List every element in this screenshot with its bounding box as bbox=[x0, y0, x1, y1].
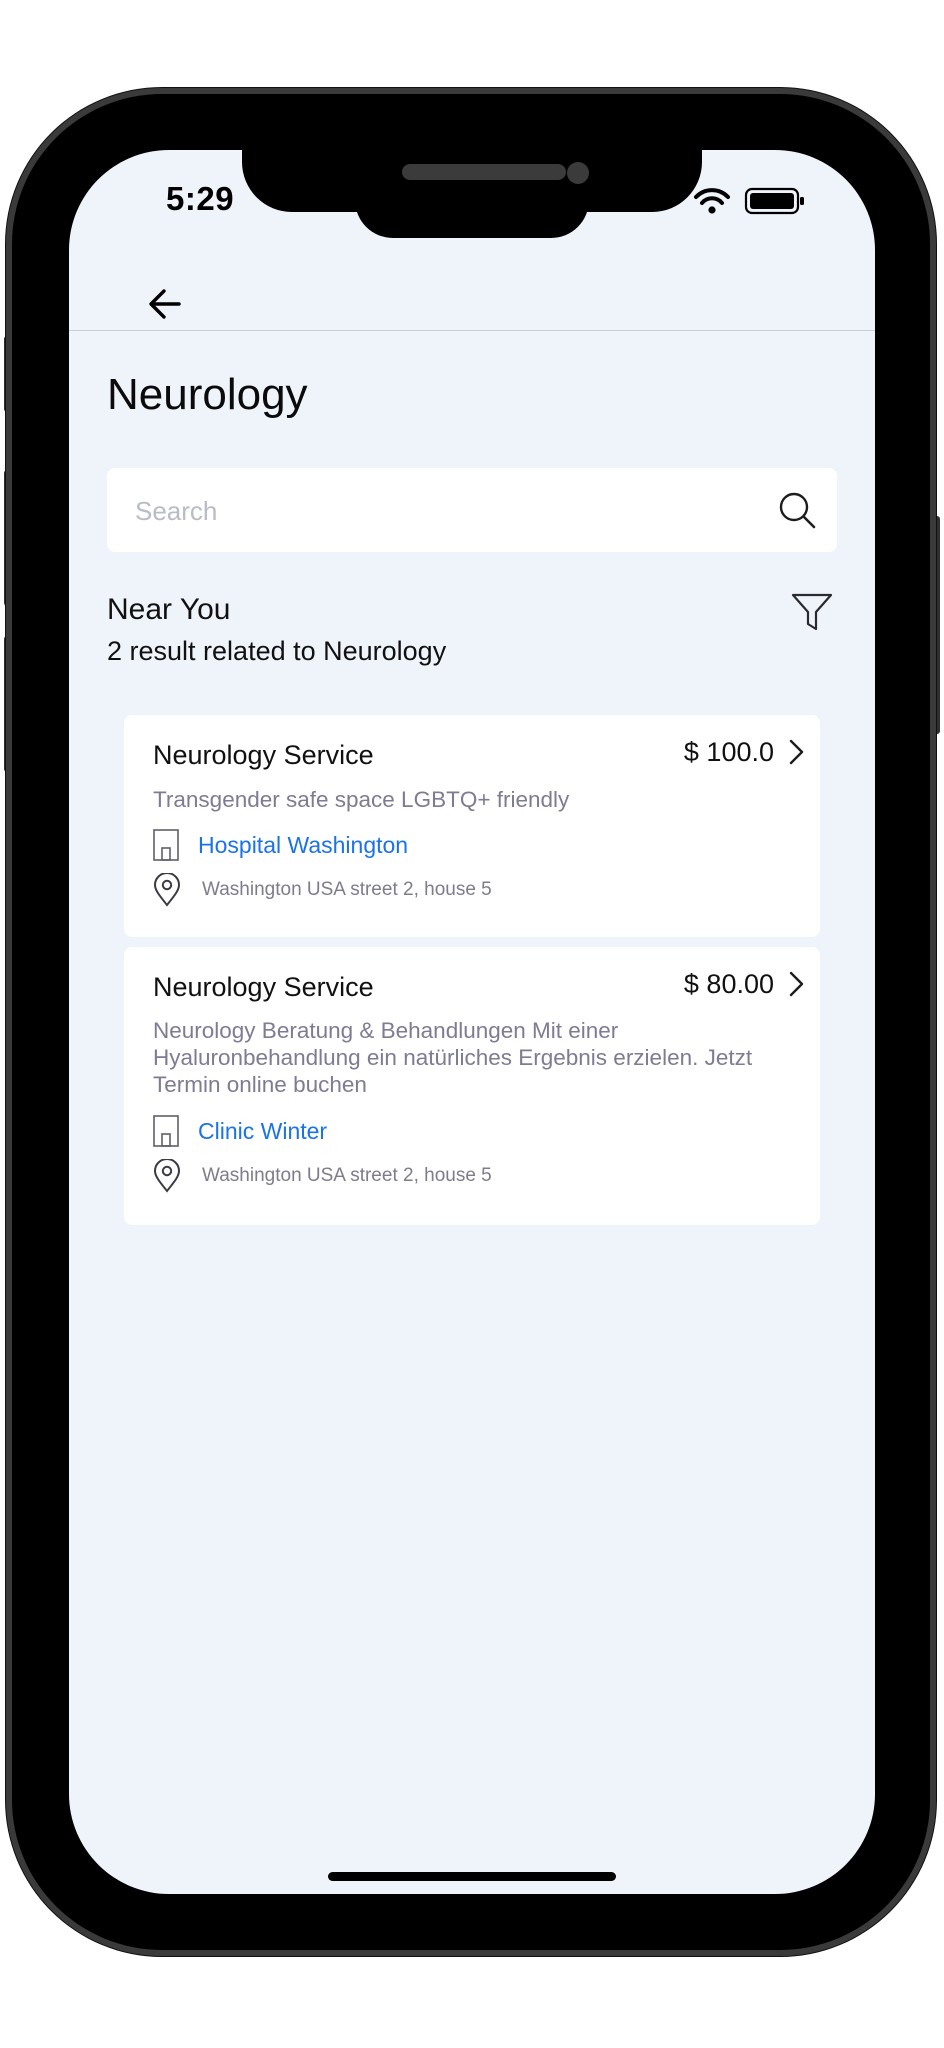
front-camera bbox=[567, 162, 589, 184]
status-icons bbox=[694, 187, 804, 215]
result-card[interactable]: Neurology Service $ 80.00 Neurology Bera… bbox=[124, 947, 820, 1225]
card-description: Neurology Beratung & Behandlungen Mit ei… bbox=[153, 1018, 753, 1097]
status-time: 5:29 bbox=[166, 180, 235, 217]
chevron-right-icon[interactable] bbox=[788, 738, 806, 766]
location-pin-icon bbox=[153, 873, 181, 907]
provider-link[interactable]: Hospital Washington bbox=[198, 832, 408, 859]
building-icon bbox=[153, 1115, 179, 1147]
result-card[interactable]: Neurology Service $ 100.0 Transgender sa… bbox=[124, 715, 820, 937]
wifi-icon bbox=[694, 188, 730, 214]
card-price: $ 80.00 bbox=[683, 969, 774, 999]
app-screen: Neurology Near You 2 result related to N… bbox=[69, 150, 875, 1894]
search-bar bbox=[107, 468, 837, 554]
earpiece-speaker bbox=[402, 164, 566, 180]
back-button[interactable] bbox=[145, 284, 185, 324]
provider-address: Washington USA street 2, house 5 bbox=[202, 879, 492, 900]
provider-address: Washington USA street 2, house 5 bbox=[202, 1165, 492, 1186]
chevron-right-icon[interactable] bbox=[788, 970, 806, 998]
card-price: $ 100.0 bbox=[683, 737, 774, 767]
power-button bbox=[930, 516, 940, 734]
battery-icon bbox=[744, 187, 804, 215]
search-icon[interactable] bbox=[777, 490, 817, 530]
home-indicator[interactable] bbox=[328, 1872, 616, 1881]
card-title: Neurology Service bbox=[153, 972, 374, 1002]
location-pin-icon bbox=[153, 1159, 181, 1193]
building-icon bbox=[153, 829, 179, 861]
filter-icon[interactable] bbox=[791, 592, 833, 632]
device-notch-lower bbox=[355, 200, 589, 238]
page-title: Neurology bbox=[107, 370, 308, 419]
results-count: 2 result related to Neurology bbox=[107, 636, 447, 666]
section-title: Near You bbox=[107, 593, 231, 626]
card-description: Transgender safe space LGBTQ+ friendly bbox=[153, 787, 570, 812]
provider-link[interactable]: Clinic Winter bbox=[198, 1118, 327, 1145]
device-stage: Neurology Near You 2 result related to N… bbox=[0, 0, 944, 2048]
card-title: Neurology Service bbox=[153, 740, 374, 770]
search-input[interactable] bbox=[133, 468, 737, 554]
